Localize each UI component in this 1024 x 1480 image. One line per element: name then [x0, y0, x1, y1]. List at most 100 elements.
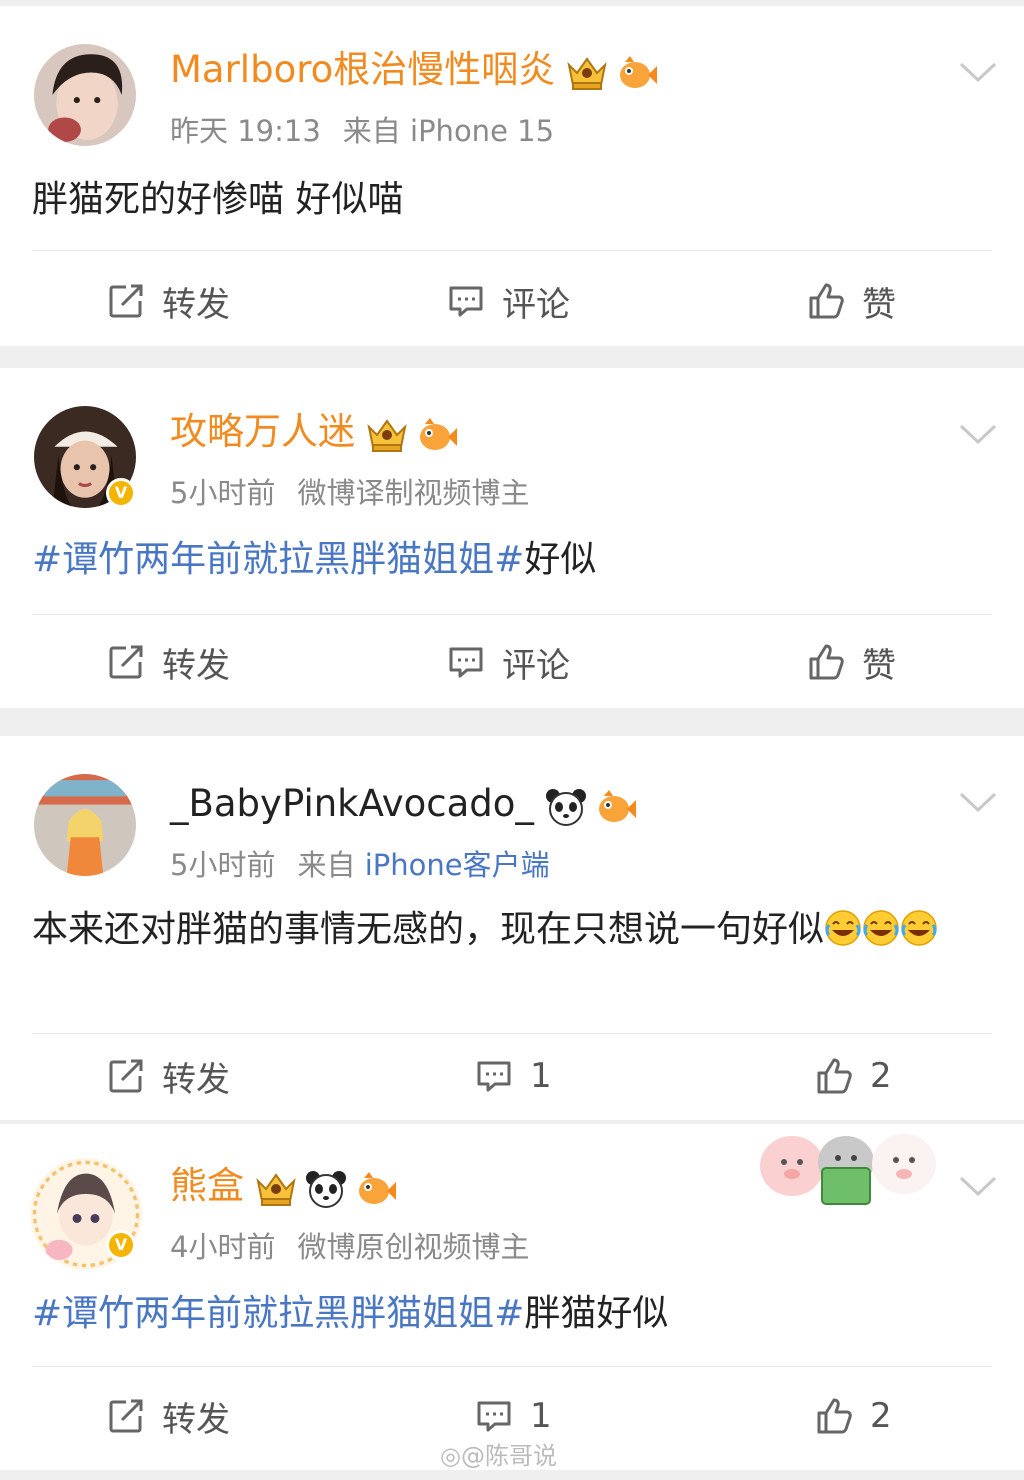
verified-badge: V	[106, 1230, 136, 1260]
verified-badge: V	[106, 478, 136, 508]
username-text[interactable]: Marlboro根治慢性咽炎	[170, 48, 555, 91]
comment-text: #谭竹两年前就拉黑胖猫姐姐#胖猫好似	[32, 1286, 994, 1342]
like-label: 赞	[862, 645, 896, 686]
username[interactable]: Marlboro根治慢性咽炎	[170, 48, 665, 94]
badge-group	[544, 784, 644, 828]
comment-card: _BabyPinkAvocado_ 5小时前 来自 iPhone客户端 本来还对胖…	[0, 736, 1024, 1120]
action-bar: 转发 评论 赞	[0, 612, 1024, 712]
hashtag-link[interactable]: #谭竹两年前就拉黑胖猫姐姐#	[32, 1293, 524, 1334]
username-text[interactable]: 熊盒	[170, 1164, 244, 1207]
crown-badge-icon	[565, 53, 609, 93]
chevron-down-icon[interactable]	[958, 60, 998, 84]
chevron-down-icon[interactable]	[958, 1174, 998, 1198]
comment-icon	[446, 281, 486, 321]
comment-label: 评论	[502, 284, 570, 325]
comment-body: 胖猫好似	[524, 1293, 669, 1334]
comment-icon	[474, 1396, 514, 1436]
panda-badge-icon	[304, 1169, 348, 1209]
like-count: 2	[870, 1056, 892, 1096]
avatar[interactable]	[34, 774, 136, 876]
source-text: 来自 iPhone 15	[342, 114, 555, 148]
repost-label: 转发	[162, 1059, 230, 1100]
like-icon	[814, 1396, 854, 1436]
like-button[interactable]: 2	[814, 1032, 892, 1120]
laugh-cry-emoji	[900, 909, 938, 947]
fish-badge-icon	[594, 787, 638, 827]
avatar-image	[34, 774, 136, 876]
comment-card: Marlboro根治慢性咽炎 昨天 19:13 来自 iPhone 15 胖猫死的…	[0, 6, 1024, 346]
timestamp: 昨天 19:13	[170, 114, 321, 148]
badge-group	[254, 1166, 404, 1210]
chevron-down-icon[interactable]	[958, 790, 998, 814]
like-count: 2	[870, 1396, 892, 1436]
comment-meta: 5小时前 微博译制视频博主	[170, 470, 529, 512]
repost-icon	[106, 1396, 146, 1436]
hashtag-link[interactable]: #谭竹两年前就拉黑胖猫姐姐#	[32, 539, 524, 580]
comment-body: 好似	[524, 539, 597, 580]
repost-label: 转发	[162, 645, 230, 686]
like-button[interactable]: 赞	[806, 251, 896, 351]
avatar-image	[34, 44, 136, 146]
comment-meta: 4小时前 微博原创视频博主	[170, 1224, 529, 1266]
timestamp: 5小时前	[170, 848, 276, 882]
weibo-logo-icon: ◎	[440, 1442, 461, 1470]
like-button[interactable]: 2	[814, 1366, 892, 1466]
comment-label: 评论	[502, 645, 570, 686]
fish-badge-icon	[354, 1169, 398, 1209]
username-text[interactable]: 攻略万人迷	[170, 410, 355, 453]
repost-icon	[106, 1056, 146, 1096]
comment-text: 胖猫死的好惨喵 好似喵	[32, 172, 994, 228]
comment-card: V 攻略万人迷 5小时前 微博译制视频博主 #谭竹两年前就拉黑胖猫姐姐#好似 转发…	[0, 368, 1024, 708]
crown-badge-icon	[365, 415, 409, 455]
comment-count: 1	[530, 1056, 552, 1096]
comment-icon	[446, 642, 486, 682]
avatar[interactable]	[34, 44, 136, 146]
like-button[interactable]: 赞	[806, 612, 896, 712]
source-link[interactable]: iPhone客户端	[365, 848, 550, 882]
timestamp: 5小时前	[170, 476, 276, 510]
laugh-cry-emoji	[862, 909, 900, 947]
comment-body: 本来还对胖猫的事情无感的，现在只想说一句好似	[32, 909, 825, 950]
laugh-cry-emoji	[824, 909, 862, 947]
comment-icon	[474, 1056, 514, 1096]
fish-badge-icon	[415, 415, 459, 455]
repost-button[interactable]: 转发	[106, 1032, 230, 1120]
source-text: 微博译制视频博主	[297, 476, 530, 510]
badge-group	[565, 50, 665, 94]
repost-button[interactable]: 转发	[106, 251, 230, 351]
repost-icon	[106, 281, 146, 321]
comment-text: #谭竹两年前就拉黑胖猫姐姐#好似	[32, 532, 994, 588]
username[interactable]: 熊盒	[170, 1164, 404, 1210]
badge-group	[365, 412, 465, 456]
chevron-down-icon[interactable]	[958, 422, 998, 446]
comment-button[interactable]: 评论	[446, 251, 570, 351]
source-text: 来自 iPhone客户端	[297, 848, 549, 882]
comment-body: 胖猫死的好惨喵 好似喵	[32, 179, 404, 220]
source-prefix: 来自	[297, 848, 356, 882]
panda-badge-icon	[544, 787, 588, 827]
comment-text: 本来还对胖猫的事情无感的，现在只想说一句好似	[32, 902, 994, 958]
watermark-text: @陈哥说	[460, 1442, 557, 1470]
username[interactable]: 攻略万人迷	[170, 410, 465, 456]
like-label: 赞	[862, 284, 896, 325]
username-text[interactable]: _BabyPinkAvocado_	[170, 782, 534, 825]
comment-button[interactable]: 1	[474, 1032, 552, 1120]
watermark: ◎@陈哥说	[440, 1436, 557, 1471]
repost-icon	[106, 642, 146, 682]
card-sticker-image	[760, 1134, 936, 1205]
action-bar: 转发 1 2	[0, 1032, 1024, 1120]
repost-button[interactable]: 转发	[106, 612, 230, 712]
repost-label: 转发	[162, 1399, 230, 1440]
comment-meta: 5小时前 来自 iPhone客户端	[170, 842, 550, 884]
repost-button[interactable]: 转发	[106, 1366, 230, 1466]
repost-label: 转发	[162, 284, 230, 325]
fish-badge-icon	[615, 53, 659, 93]
action-bar: 转发 评论 赞	[0, 251, 1024, 351]
like-icon	[806, 642, 846, 682]
comment-button[interactable]: 评论	[446, 612, 570, 712]
like-icon	[814, 1056, 854, 1096]
source-text: 微博原创视频博主	[297, 1230, 530, 1264]
comment-meta: 昨天 19:13 来自 iPhone 15	[170, 108, 554, 150]
username[interactable]: _BabyPinkAvocado_	[170, 782, 644, 828]
timestamp: 4小时前	[170, 1230, 276, 1264]
